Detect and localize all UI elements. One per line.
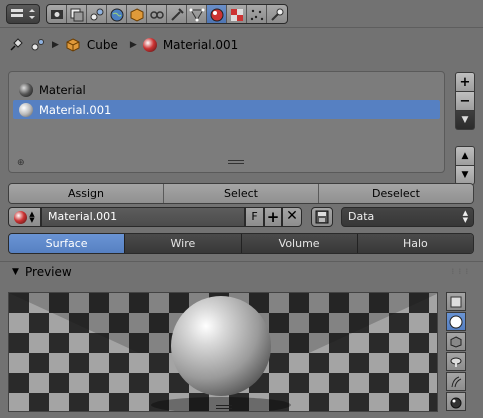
hair-preview-button[interactable] xyxy=(446,372,466,391)
cube-preview-icon xyxy=(450,335,462,348)
render-icon xyxy=(50,10,63,19)
chevron-right-icon: ▶ xyxy=(52,40,59,50)
tab-volume[interactable]: Volume xyxy=(241,234,358,253)
add-slot-button[interactable]: + xyxy=(455,72,475,92)
material-sphere-icon xyxy=(14,210,28,224)
plane-preview-icon xyxy=(450,296,462,307)
drag-handle-icon[interactable]: ⋮⋮⋮ xyxy=(450,268,471,275)
tab-constraints[interactable] xyxy=(147,5,167,23)
material-slot-list[interactable]: Material Material.001 ⊕ xyxy=(8,71,445,173)
tab-data[interactable] xyxy=(187,5,207,23)
fake-user-toggle[interactable]: F xyxy=(245,207,264,227)
world-icon xyxy=(110,8,123,22)
move-slot-up-button[interactable]: ▲ xyxy=(455,146,475,166)
new-material-button[interactable]: + xyxy=(264,207,282,227)
close-icon: ✕ xyxy=(286,208,298,224)
monkey-preview-icon xyxy=(450,357,462,367)
plane-preview-button[interactable] xyxy=(446,292,466,311)
slot-action-buttons: Assign Select Deselect xyxy=(8,183,474,204)
link-type-dropdown[interactable]: Data ▲ ▼ xyxy=(341,207,474,227)
material-preview xyxy=(8,292,438,412)
preview-panel-header[interactable]: ▼ Preview ⋮⋮⋮ xyxy=(0,261,483,283)
list-item-label: Material xyxy=(39,82,86,97)
monkey-preview-button[interactable] xyxy=(446,352,466,371)
chevron-right-icon: ▶ xyxy=(129,40,137,50)
tab-physics[interactable] xyxy=(267,5,287,23)
tab-render[interactable] xyxy=(47,5,67,23)
sphere-preview-button[interactable] xyxy=(446,312,466,331)
editor-type-selector[interactable] xyxy=(6,4,40,24)
list-item[interactable]: Material.001 xyxy=(13,100,440,119)
scene-icon xyxy=(90,8,103,21)
preview-resize-grip[interactable] xyxy=(216,405,232,409)
modifiers-icon xyxy=(170,8,184,21)
tab-render-layers[interactable] xyxy=(67,5,87,23)
slot-controls: + − ▼ ▲ ▼ xyxy=(455,72,475,185)
unlink-material-button[interactable]: ✕ xyxy=(282,207,302,227)
remove-slot-button[interactable]: − xyxy=(455,92,475,111)
data-icon xyxy=(189,8,204,22)
save-copy-icon xyxy=(315,210,329,224)
context-tabs xyxy=(46,4,288,24)
scene-data-icon xyxy=(31,39,44,51)
tab-texture[interactable] xyxy=(227,5,247,23)
material-icon xyxy=(210,8,223,22)
panel-title: Preview xyxy=(25,265,72,279)
physics-icon xyxy=(271,8,284,21)
tab-scene[interactable] xyxy=(87,5,107,23)
preview-render-image xyxy=(9,293,437,411)
updown-arrows-icon: ▲ ▼ xyxy=(29,210,35,224)
slot-specials-button[interactable]: ▼ xyxy=(455,111,475,130)
cube-object-icon xyxy=(66,38,80,52)
tab-wire[interactable]: Wire xyxy=(125,234,242,253)
material-sphere-icon xyxy=(19,102,33,117)
object-icon xyxy=(130,8,143,22)
sphere-preview-icon xyxy=(449,315,463,328)
select-button[interactable]: Select xyxy=(164,184,319,203)
copy-material-button[interactable] xyxy=(311,207,333,227)
resize-dot-icon[interactable]: ⊕ xyxy=(17,158,25,168)
link-type-label: Data xyxy=(348,210,375,223)
material-sphere-icon xyxy=(142,38,157,52)
list-item[interactable]: Material xyxy=(13,80,440,99)
browse-material-button[interactable]: ▲ ▼ xyxy=(8,207,41,227)
updown-arrows-icon: ▲ ▼ xyxy=(462,209,468,224)
pin-icon[interactable] xyxy=(8,37,24,53)
plus-icon: + xyxy=(266,208,280,226)
tab-world[interactable] xyxy=(107,5,127,23)
material-sphere-icon xyxy=(19,82,33,97)
tab-material[interactable] xyxy=(207,5,227,23)
tab-halo[interactable]: Halo xyxy=(357,234,473,253)
hair-preview-icon xyxy=(451,376,462,387)
tab-object[interactable] xyxy=(127,5,147,23)
properties-header xyxy=(0,0,483,28)
tab-modifiers[interactable] xyxy=(167,5,187,23)
panel-collapse-icon[interactable]: ▼ xyxy=(12,267,19,277)
breadcrumb-material: Material.001 xyxy=(162,38,239,52)
list-item-label: Material.001 xyxy=(39,102,112,117)
tab-particles[interactable] xyxy=(247,5,267,23)
breadcrumb-object: Cube xyxy=(86,38,118,52)
deselect-button[interactable]: Deselect xyxy=(319,184,473,203)
constraints-icon xyxy=(149,11,164,19)
sphere-sky-preview-button[interactable] xyxy=(446,392,466,411)
cube-preview-button[interactable] xyxy=(446,332,466,351)
assign-button[interactable]: Assign xyxy=(9,184,164,203)
list-resize-grip[interactable] xyxy=(228,160,244,164)
sphere-sky-preview-icon xyxy=(450,397,462,408)
tab-surface[interactable]: Surface xyxy=(9,234,126,253)
texture-icon xyxy=(230,9,243,21)
properties-editor-icon xyxy=(11,9,35,19)
material-name-field[interactable]: Material.001 xyxy=(41,207,245,227)
particles-icon xyxy=(250,9,263,21)
breadcrumb: ▶ Cube ▶ Material.001 xyxy=(8,34,238,56)
material-type-tabs: Surface Wire Volume Halo xyxy=(8,233,474,254)
render-layers-icon xyxy=(70,8,83,22)
preview-shape-tools xyxy=(446,292,466,412)
